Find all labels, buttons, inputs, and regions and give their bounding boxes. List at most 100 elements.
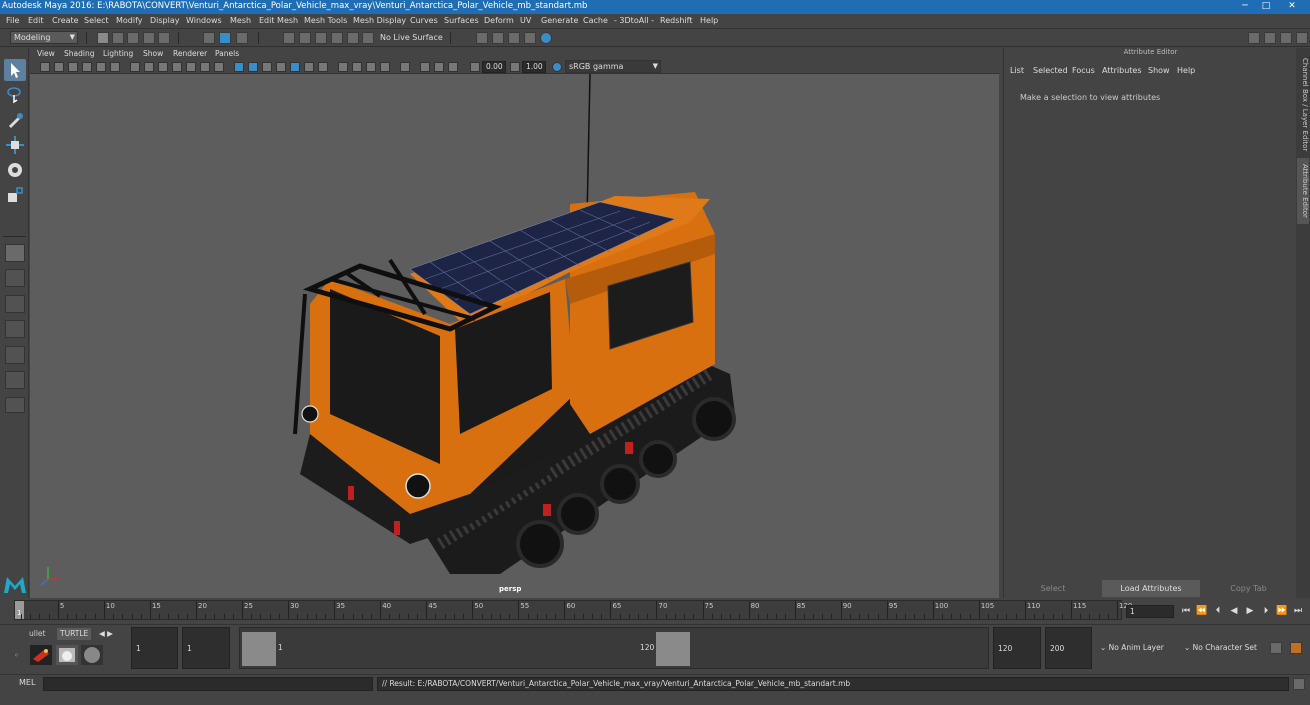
shelf-item-render-icon[interactable] <box>30 645 52 665</box>
menu-edit[interactable]: Edit <box>28 16 44 25</box>
step-back-frame-icon[interactable]: ⏴ <box>1212 605 1224 617</box>
menu-select[interactable]: Select <box>84 16 109 25</box>
shelf-item-material-icon[interactable] <box>56 645 78 665</box>
menu-file[interactable]: File <box>6 16 19 25</box>
film-gate-icon[interactable] <box>144 62 154 72</box>
shelf-tab-turtle[interactable]: TURTLE <box>57 628 92 640</box>
workspace-icon[interactable] <box>1248 32 1260 44</box>
depth-of-field-icon[interactable] <box>366 62 376 72</box>
current-frame-field[interactable]: 1 <box>1126 605 1174 618</box>
maximize-icon[interactable]: □ <box>1259 0 1273 14</box>
isolate-select-icon[interactable] <box>380 62 390 72</box>
menu-edit-mesh[interactable]: Edit Mesh <box>259 16 298 25</box>
ae-menu-selected[interactable]: Selected <box>1033 66 1068 75</box>
command-input[interactable] <box>43 677 373 691</box>
more-layouts-button[interactable] <box>5 397 25 413</box>
scene-end-field[interactable]: 200 <box>1045 627 1092 669</box>
lights-icon[interactable] <box>290 62 300 72</box>
redo-icon[interactable] <box>158 32 170 44</box>
vp-menu-lighting[interactable]: Lighting <box>103 49 133 58</box>
outliner-layout-button[interactable] <box>5 320 25 338</box>
menu-mesh[interactable]: Mesh <box>230 16 251 25</box>
play-backwards-icon[interactable]: ◀ <box>1228 605 1240 617</box>
range-slider-track[interactable]: 1 120 <box>239 627 989 669</box>
grease-pencil-icon[interactable] <box>110 62 120 72</box>
render-frame-icon[interactable] <box>492 32 504 44</box>
mode-dropdown[interactable]: Modeling ▼ <box>10 31 78 44</box>
snap-surface-icon[interactable] <box>347 32 359 44</box>
character-set-dropdown[interactable]: ⌄ No Character Set <box>1180 631 1265 665</box>
gate-mask-icon[interactable] <box>172 62 182 72</box>
rotate-tool-button[interactable] <box>4 159 26 181</box>
select-tool-button[interactable] <box>4 59 26 81</box>
menu-cache[interactable]: Cache <box>583 16 608 25</box>
step-forward-key-icon[interactable]: ⏩ <box>1276 605 1288 617</box>
hypershade-icon[interactable] <box>540 32 552 44</box>
four-view-layout-button[interactable] <box>5 269 25 287</box>
menu-windows[interactable]: Windows <box>186 16 222 25</box>
menu-3dtoall[interactable]: - 3DtoAll - <box>614 16 654 25</box>
select-object-icon[interactable] <box>219 32 231 44</box>
vp-menu-show[interactable]: Show <box>143 49 163 58</box>
live-surface-icon[interactable] <box>362 32 374 44</box>
menu-redshift[interactable]: Redshift <box>660 16 692 25</box>
ae-menu-focus[interactable]: Focus <box>1072 66 1095 75</box>
field-chart-icon[interactable] <box>186 62 196 72</box>
xray-components-icon[interactable] <box>434 62 444 72</box>
ae-menu-attributes[interactable]: Attributes <box>1102 66 1142 75</box>
toggle-tool-settings-icon[interactable] <box>1280 32 1292 44</box>
safe-title-icon[interactable] <box>214 62 224 72</box>
gamma-field[interactable]: 1.00 <box>522 61 546 73</box>
color-management-icon[interactable] <box>552 62 562 72</box>
render-settings-icon[interactable] <box>524 32 536 44</box>
snap-view-icon[interactable] <box>331 32 343 44</box>
select-hierarchy-icon[interactable] <box>203 32 215 44</box>
ambient-occlusion-icon[interactable] <box>318 62 328 72</box>
multisample-icon[interactable] <box>352 62 362 72</box>
menu-uv[interactable]: UV <box>520 16 531 25</box>
menu-help[interactable]: Help <box>700 16 718 25</box>
auto-key-icon[interactable] <box>1270 642 1282 654</box>
color-space-dropdown[interactable]: sRGB gamma ▼ <box>565 60 661 73</box>
script-editor-icon[interactable] <box>1293 678 1305 690</box>
copy-tab-button[interactable]: Copy Tab <box>1202 580 1295 597</box>
resolution-gate-icon[interactable] <box>158 62 168 72</box>
open-scene-icon[interactable] <box>112 32 124 44</box>
anim-layer-dropdown[interactable]: ⌄ No Anim Layer <box>1096 631 1176 665</box>
shelf-scroll-arrows-icon[interactable]: ◀ ▶ <box>96 628 116 640</box>
select-component-icon[interactable] <box>236 32 248 44</box>
scene-start-field[interactable]: 1 <box>131 627 178 669</box>
xray-icon[interactable] <box>400 62 410 72</box>
bookmark-icon[interactable] <box>68 62 78 72</box>
tab-attribute-editor[interactable]: Attribute Editor <box>1297 158 1309 224</box>
menu-mesh-display[interactable]: Mesh Display <box>353 16 406 25</box>
exposure-field[interactable]: 0.00 <box>482 61 506 73</box>
playback-end-field[interactable]: 120 <box>993 627 1041 669</box>
vehicle-model[interactable] <box>30 74 999 598</box>
two-pane-side-layout-button[interactable] <box>5 295 25 313</box>
menu-generate[interactable]: Generate <box>541 16 578 25</box>
toggle-attribute-editor-icon[interactable] <box>1264 32 1276 44</box>
move-tool-button[interactable] <box>4 134 26 156</box>
shelf-options-icon[interactable]: ◦ <box>14 651 19 660</box>
smooth-shade-icon[interactable] <box>248 62 258 72</box>
textured-icon[interactable] <box>276 62 286 72</box>
menu-create[interactable]: Create <box>52 16 79 25</box>
vp-menu-view[interactable]: View <box>37 49 55 58</box>
menu-display[interactable]: Display <box>150 16 180 25</box>
single-perspective-layout-button[interactable] <box>5 244 25 262</box>
save-scene-icon[interactable] <box>127 32 139 44</box>
hypershade-layout-button[interactable] <box>5 371 25 389</box>
menu-curves[interactable]: Curves <box>410 16 438 25</box>
ae-menu-show[interactable]: Show <box>1148 66 1170 75</box>
camera-select-icon[interactable] <box>40 62 50 72</box>
playback-start-field[interactable]: 1 <box>182 627 230 669</box>
camera-attributes-icon[interactable] <box>54 62 64 72</box>
play-forwards-icon[interactable]: ▶ <box>1244 605 1256 617</box>
go-to-start-icon[interactable]: ⏮ <box>1180 605 1192 617</box>
toggle-channel-box-icon[interactable] <box>1296 32 1308 44</box>
menu-deform[interactable]: Deform <box>484 16 514 25</box>
select-button[interactable]: Select <box>1006 580 1100 597</box>
command-language-label[interactable]: MEL <box>19 678 35 687</box>
menu-modify[interactable]: Modify <box>116 16 143 25</box>
